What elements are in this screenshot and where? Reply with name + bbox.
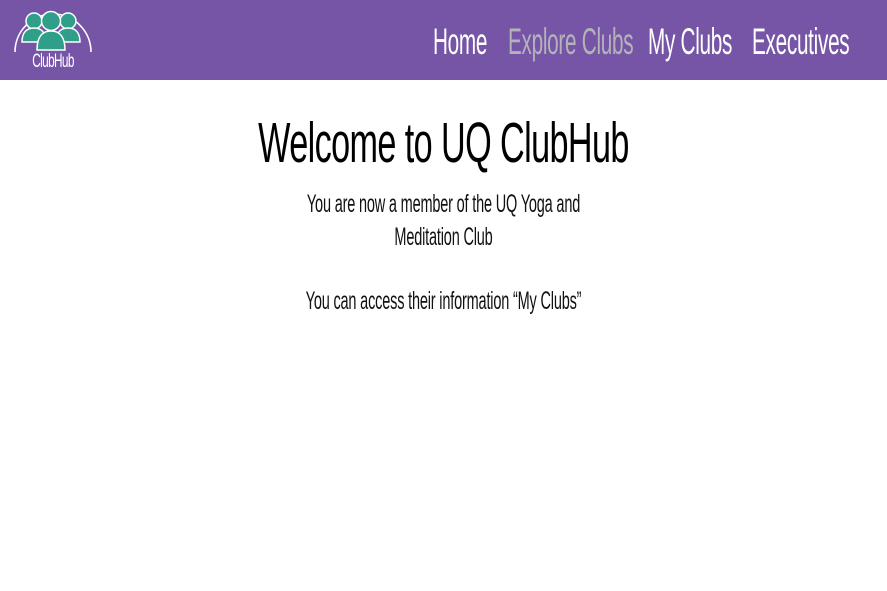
nav-my-clubs[interactable]: My Clubs [648,0,732,80]
membership-message-line1: You are now a member of the UQ Yoga and [306,190,581,218]
clubhub-logo[interactable]: ClubHub [10,4,96,76]
page-title: Welcome to UQ ClubHub [258,111,629,175]
membership-message-line2: Meditation Club [394,223,493,251]
main-content: Welcome to UQ ClubHub You are now a memb… [0,80,887,591]
nav-executives[interactable]: Executives [752,0,850,80]
nav-home[interactable]: Home [433,0,487,80]
logo-text: ClubHub [32,51,74,72]
access-info-text: You can access their information “My Clu… [305,287,582,315]
nav-explore-clubs[interactable]: Explore Clubs [508,0,634,80]
top-navbar: ClubHub Home Explore Clubs My Clubs Exec… [0,0,887,80]
